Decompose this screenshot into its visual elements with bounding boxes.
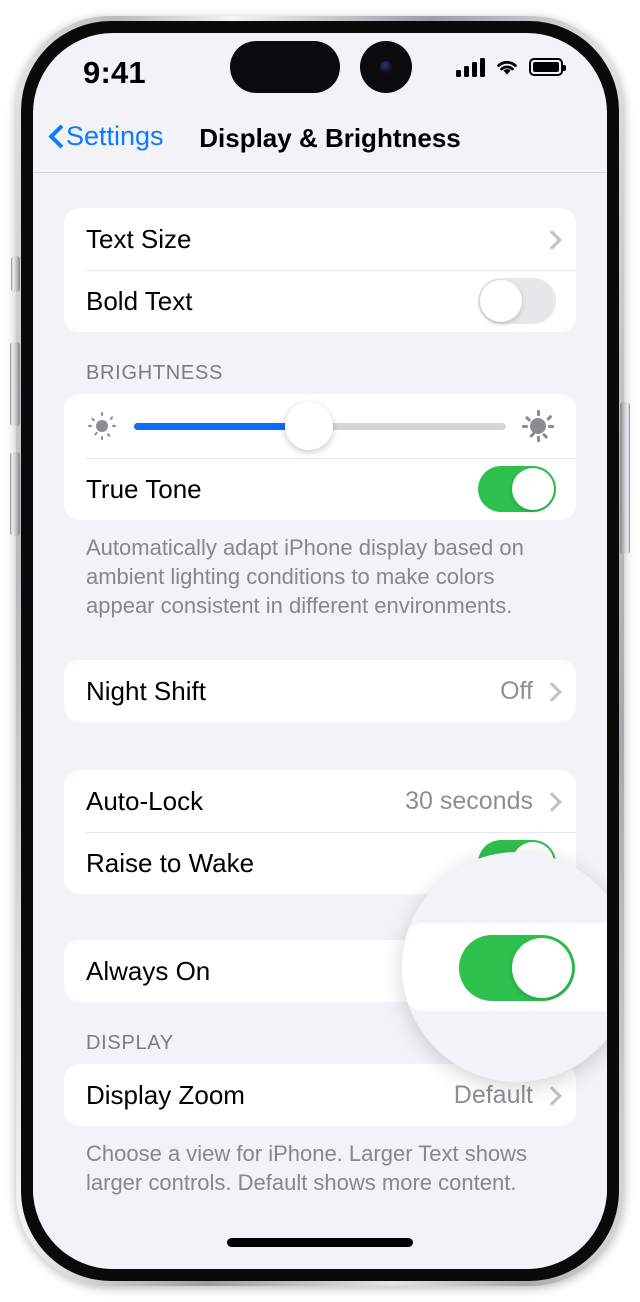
row-auto-lock-value: 30 seconds bbox=[405, 786, 533, 815]
group-night-shift: Night Shift Off bbox=[64, 660, 576, 723]
row-text-size-label: Text Size bbox=[86, 223, 192, 254]
brightness-slider-thumb bbox=[284, 402, 333, 450]
magnified-always-on-toggle[interactable] bbox=[459, 935, 575, 1001]
chevron-right-icon bbox=[545, 1086, 556, 1104]
row-night-shift-value: Off bbox=[500, 676, 533, 705]
row-night-shift[interactable]: Night Shift Off bbox=[64, 660, 576, 722]
power-button[interactable] bbox=[620, 402, 630, 554]
dynamic-island bbox=[230, 41, 340, 93]
section-footer-display: Choose a view for iPhone. Larger Text sh… bbox=[86, 1141, 528, 1196]
sun-large-icon bbox=[520, 408, 556, 444]
section-header-brightness: BRIGHTNESS bbox=[86, 362, 224, 384]
action-button[interactable] bbox=[11, 256, 20, 292]
row-display-zoom-value: Default bbox=[453, 1080, 533, 1109]
row-bold-text-label: Bold Text bbox=[86, 285, 193, 316]
screenshot-stage: 9:41 Settings Display & Brightness Text … bbox=[0, 0, 640, 1302]
bold-text-toggle[interactable] bbox=[478, 278, 556, 324]
row-night-shift-label: Night Shift bbox=[86, 675, 206, 706]
row-true-tone[interactable]: True Tone bbox=[64, 458, 576, 520]
row-brightness-slider[interactable] bbox=[64, 394, 576, 458]
sun-small-icon bbox=[84, 408, 120, 444]
status-bar: 9:41 bbox=[33, 33, 607, 111]
page-title: Display & Brightness bbox=[199, 123, 461, 153]
volume-down-button[interactable] bbox=[10, 452, 20, 536]
battery-full-icon bbox=[529, 58, 566, 76]
row-display-zoom-label: Display Zoom bbox=[86, 1079, 245, 1110]
volume-up-button[interactable] bbox=[10, 342, 20, 426]
group-text: Text Size Bold Text bbox=[64, 208, 576, 332]
status-bar-time: 9:41 bbox=[83, 55, 146, 90]
section-footer-brightness: Automatically adapt iPhone display based… bbox=[86, 535, 524, 619]
row-true-tone-label: True Tone bbox=[86, 473, 202, 504]
status-bar-indicators bbox=[456, 57, 566, 77]
settings-list: Text Size Bold Text BRIGHTNESS True Tone… bbox=[33, 173, 607, 1269]
row-auto-lock-label: Auto-Lock bbox=[86, 785, 204, 816]
group-brightness: True Tone bbox=[64, 394, 576, 520]
front-camera-icon bbox=[360, 41, 412, 93]
true-tone-toggle[interactable] bbox=[478, 466, 556, 512]
navigation-bar: Settings Display & Brightness bbox=[33, 111, 607, 173]
home-indicator[interactable] bbox=[227, 1238, 413, 1247]
row-bold-text[interactable]: Bold Text bbox=[64, 270, 576, 332]
chevron-right-icon bbox=[545, 792, 556, 810]
phone-screen: 9:41 Settings Display & Brightness Text … bbox=[33, 33, 607, 1269]
chevron-right-icon bbox=[545, 230, 556, 248]
row-auto-lock[interactable]: Auto-Lock 30 seconds bbox=[64, 770, 576, 832]
cellular-bars-icon bbox=[456, 57, 485, 77]
wifi-icon bbox=[494, 57, 520, 77]
chevron-right-icon bbox=[545, 682, 556, 700]
brightness-slider-track[interactable] bbox=[134, 402, 506, 450]
row-raise-to-wake-label: Raise to Wake bbox=[86, 847, 255, 878]
row-text-size[interactable]: Text Size bbox=[64, 208, 576, 270]
brightness-slider-fill bbox=[134, 422, 309, 430]
